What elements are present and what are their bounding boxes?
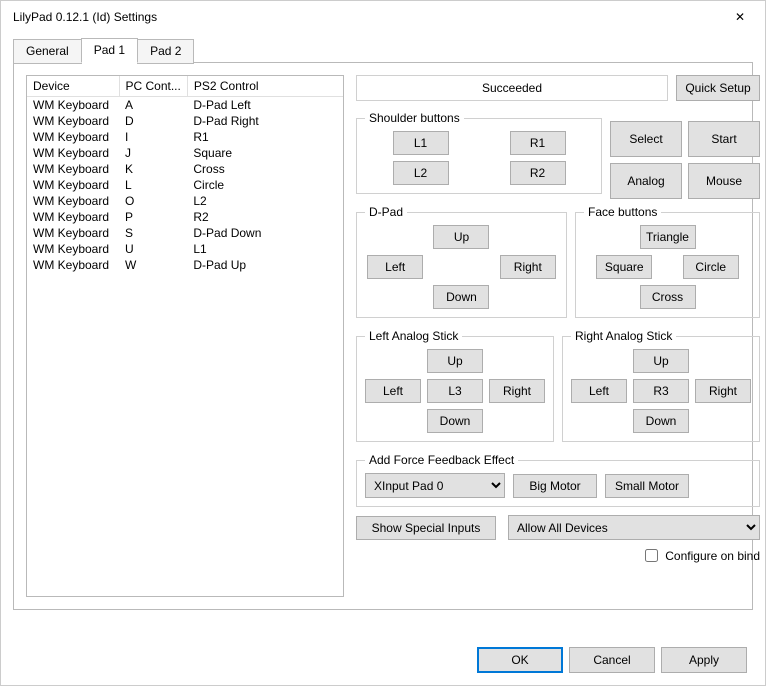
col-ps2[interactable]: PS2 Control — [187, 76, 343, 97]
table-row[interactable]: WM KeyboardUL1 — [27, 241, 343, 257]
col-device[interactable]: Device — [27, 76, 119, 97]
l1-button[interactable]: L1 — [393, 131, 449, 155]
table-row[interactable]: WM KeyboardOL2 — [27, 193, 343, 209]
device-filter-select[interactable]: Allow All Devices — [508, 515, 760, 540]
table-row[interactable]: WM KeyboardDD-Pad Right — [27, 113, 343, 129]
dpad-group: D-Pad Up Left Right Down — [356, 205, 567, 318]
rstick-down-button[interactable]: Down — [633, 409, 689, 433]
dpad-left-button[interactable]: Left — [367, 255, 423, 279]
tab-pad2[interactable]: Pad 2 — [137, 39, 194, 64]
dpad-up-button[interactable]: Up — [433, 225, 489, 249]
ff-device-select[interactable]: XInput Pad 0 — [365, 473, 505, 498]
mouse-button[interactable]: Mouse — [688, 163, 760, 199]
r1-button[interactable]: R1 — [510, 131, 566, 155]
big-motor-button[interactable]: Big Motor — [513, 474, 597, 498]
force-feedback-group: Add Force Feedback Effect XInput Pad 0 B… — [356, 453, 760, 507]
dpad-legend: D-Pad — [365, 205, 407, 219]
circle-button[interactable]: Circle — [683, 255, 739, 279]
table-row[interactable]: WM KeyboardPR2 — [27, 209, 343, 225]
window-title: LilyPad 0.12.1 (Id) Settings — [13, 10, 157, 24]
table-row[interactable]: WM KeyboardJSquare — [27, 145, 343, 161]
configure-on-bind-checkbox[interactable] — [645, 549, 658, 562]
ok-button[interactable]: OK — [477, 647, 563, 673]
small-motor-button[interactable]: Small Motor — [605, 474, 689, 498]
apply-button[interactable]: Apply — [661, 647, 747, 673]
r3-button[interactable]: R3 — [633, 379, 689, 403]
dpad-right-button[interactable]: Right — [500, 255, 556, 279]
rstick-left-button[interactable]: Left — [571, 379, 627, 403]
dpad-down-button[interactable]: Down — [433, 285, 489, 309]
lstick-down-button[interactable]: Down — [427, 409, 483, 433]
dialog-buttons: OK Cancel Apply — [477, 647, 747, 673]
lstick-right-button[interactable]: Right — [489, 379, 545, 403]
r2-button[interactable]: R2 — [510, 161, 566, 185]
cross-button[interactable]: Cross — [640, 285, 696, 309]
l3-button[interactable]: L3 — [427, 379, 483, 403]
quick-setup-button[interactable]: Quick Setup — [676, 75, 760, 101]
table-row[interactable]: WM KeyboardAD-Pad Left — [27, 97, 343, 114]
shoulder-group: Shoulder buttons L1 R1 L2 R2 — [356, 111, 602, 194]
status-box: Succeeded — [356, 75, 668, 101]
ff-legend: Add Force Feedback Effect — [365, 453, 518, 467]
rstick-up-button[interactable]: Up — [633, 349, 689, 373]
show-special-inputs-button[interactable]: Show Special Inputs — [356, 516, 496, 540]
lstick-up-button[interactable]: Up — [427, 349, 483, 373]
tab-panel: Device PC Cont... PS2 Control WM Keyboar… — [13, 62, 753, 610]
table-row[interactable]: WM KeyboardWD-Pad Up — [27, 257, 343, 273]
tab-pad1[interactable]: Pad 1 — [81, 38, 138, 63]
lstick-left-button[interactable]: Left — [365, 379, 421, 403]
close-icon[interactable]: ✕ — [727, 6, 753, 28]
square-button[interactable]: Square — [596, 255, 652, 279]
analog-button[interactable]: Analog — [610, 163, 682, 199]
start-button[interactable]: Start — [688, 121, 760, 157]
tab-strip: General Pad 1 Pad 2 — [13, 38, 765, 63]
titlebar: LilyPad 0.12.1 (Id) Settings ✕ — [1, 1, 765, 33]
shoulder-legend: Shoulder buttons — [365, 111, 464, 125]
configure-on-bind-label[interactable]: Configure on bind — [641, 549, 760, 563]
bindings-table: Device PC Cont... PS2 Control WM Keyboar… — [27, 76, 343, 273]
face-group: Face buttons Triangle Square Circle Cros… — [575, 205, 760, 318]
side-buttons: Select Start Analog Mouse — [610, 121, 760, 199]
triangle-button[interactable]: Triangle — [640, 225, 696, 249]
lstick-legend: Left Analog Stick — [365, 329, 462, 343]
face-legend: Face buttons — [584, 205, 661, 219]
l2-button[interactable]: L2 — [393, 161, 449, 185]
table-row[interactable]: WM KeyboardKCross — [27, 161, 343, 177]
table-row[interactable]: WM KeyboardLCircle — [27, 177, 343, 193]
rstick-legend: Right Analog Stick — [571, 329, 676, 343]
col-pc[interactable]: PC Cont... — [119, 76, 187, 97]
tab-general[interactable]: General — [13, 39, 82, 64]
right-stick-group: Right Analog Stick Up Left R3 Right Down — [562, 329, 760, 442]
select-button[interactable]: Select — [610, 121, 682, 157]
table-row[interactable]: WM KeyboardSD-Pad Down — [27, 225, 343, 241]
cancel-button[interactable]: Cancel — [569, 647, 655, 673]
bindings-list[interactable]: Device PC Cont... PS2 Control WM Keyboar… — [26, 75, 344, 597]
rstick-right-button[interactable]: Right — [695, 379, 751, 403]
table-row[interactable]: WM KeyboardIR1 — [27, 129, 343, 145]
left-stick-group: Left Analog Stick Up Left L3 Right Down — [356, 329, 554, 442]
